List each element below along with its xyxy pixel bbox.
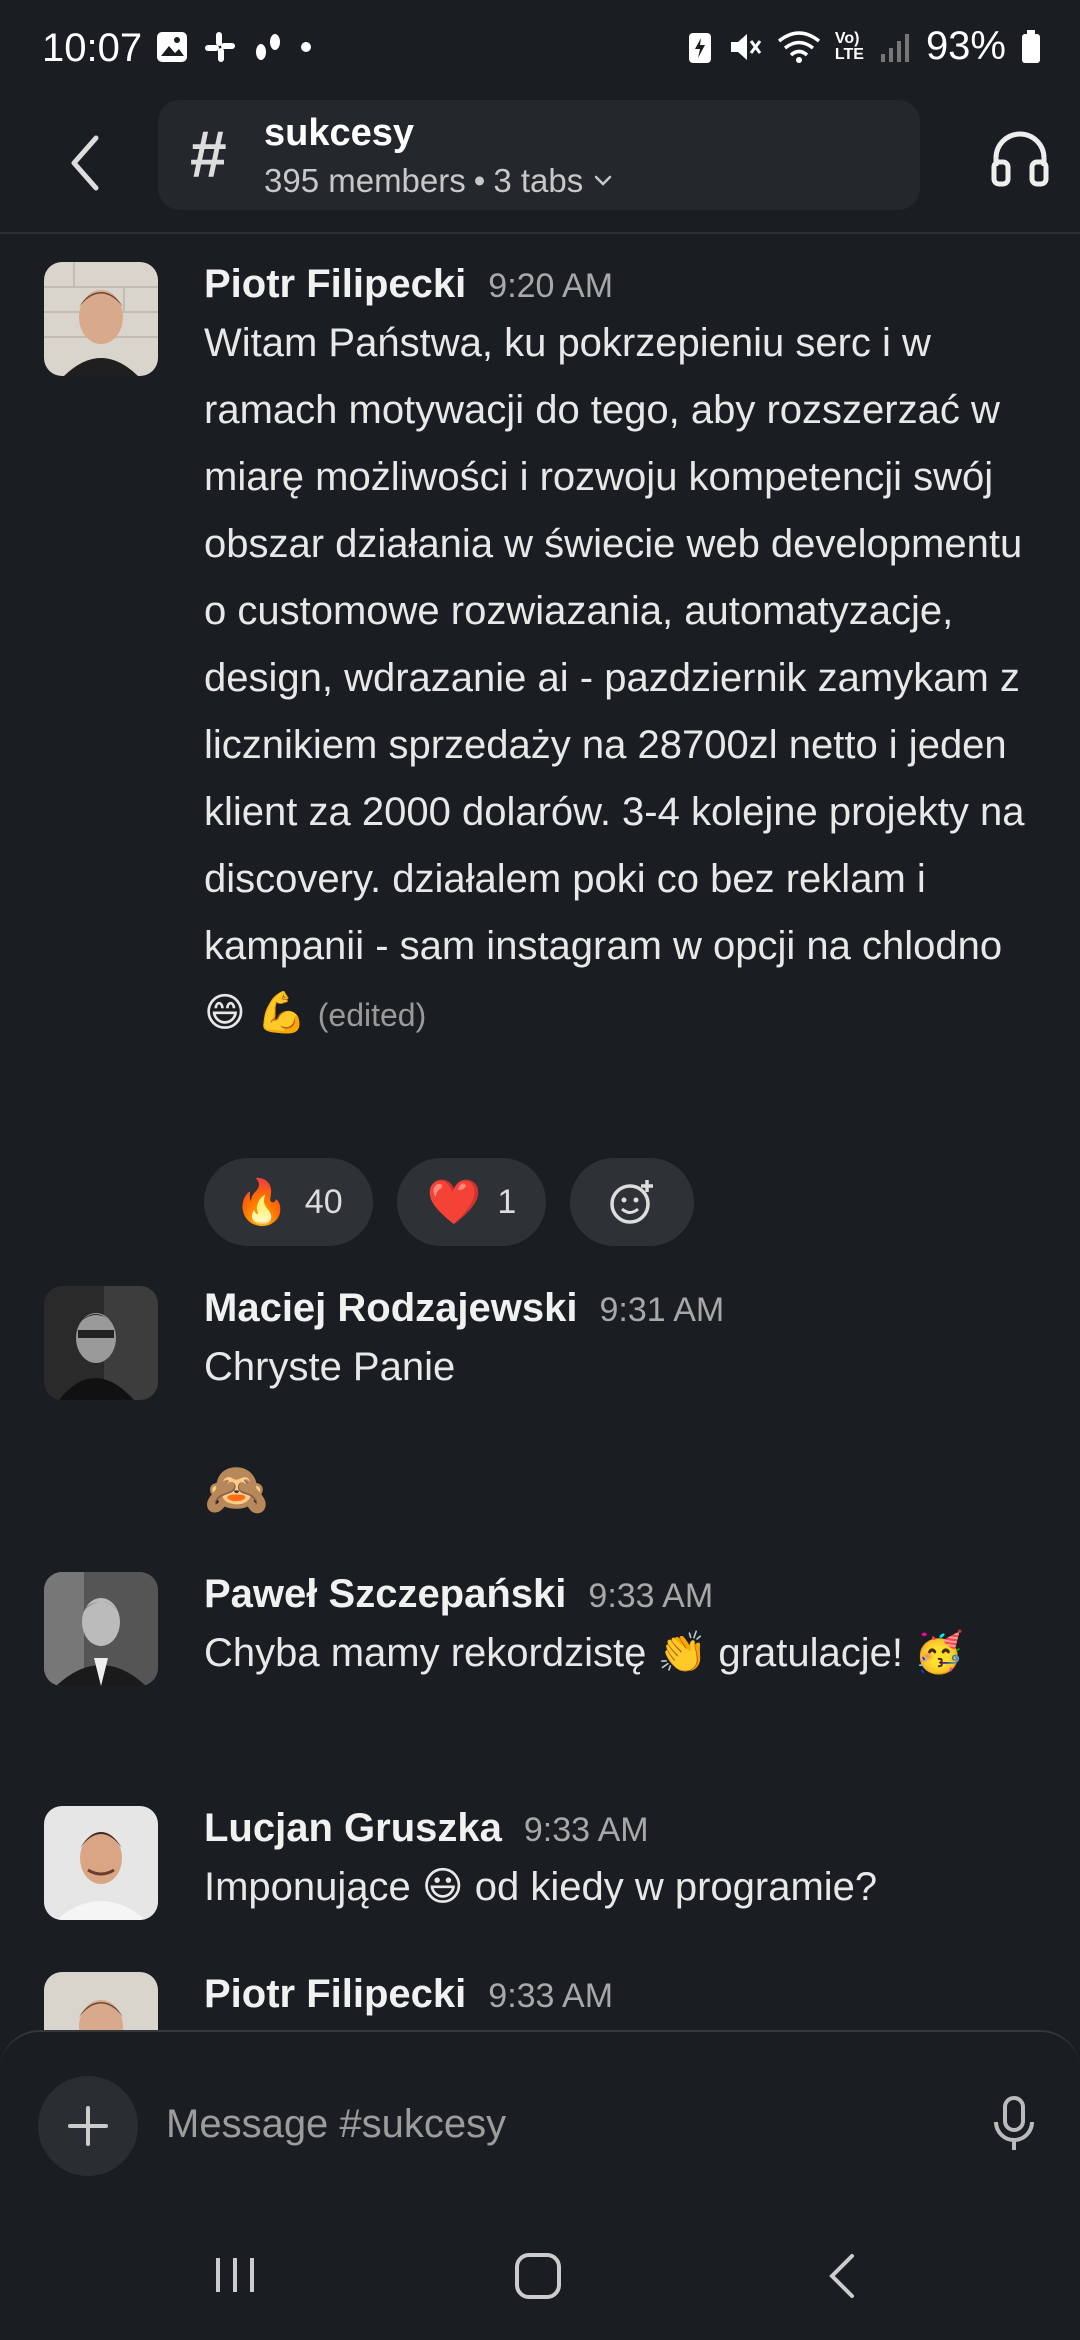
attach-button[interactable] xyxy=(38,2076,138,2176)
channel-meta: 395 members • 3 tabs xyxy=(264,162,615,200)
edited-label: (edited) xyxy=(317,997,427,1033)
avatar-photo xyxy=(44,1972,158,2036)
reaction-fire[interactable]: 🔥 40 xyxy=(204,1158,373,1246)
avatar[interactable] xyxy=(44,1972,158,2036)
avatar-photo xyxy=(44,1806,158,1920)
microphone-icon xyxy=(994,2096,1034,2150)
add-reaction-button[interactable] xyxy=(570,1158,695,1246)
huddle-button[interactable] xyxy=(988,126,1052,190)
battery-saver-icon xyxy=(688,32,711,63)
avatar[interactable] xyxy=(44,1286,158,1400)
back-icon xyxy=(829,2254,854,2298)
avatar-photo xyxy=(44,262,158,376)
status-bar: 10:07 Vo) LTE 93% xyxy=(0,0,1080,100)
reaction-bar: 🔥 40 ❤️ 1 xyxy=(204,1158,695,1246)
message-author[interactable]: Paweł Szczepański xyxy=(204,1572,566,1617)
message-author[interactable]: Piotr Filipecki xyxy=(204,262,466,307)
message-text: Chryste Panie 🙈 xyxy=(204,1334,1044,1524)
reaction-heart[interactable]: ❤️ 1 xyxy=(396,1158,547,1246)
message-input[interactable]: Message #sukcesy xyxy=(166,2102,506,2147)
system-back-button[interactable] xyxy=(822,2250,862,2307)
message-time: 9:31 AM xyxy=(599,1291,725,1329)
message-author[interactable]: Maciej Rodzajewski xyxy=(204,1286,577,1331)
wifi-icon xyxy=(777,30,820,63)
status-time: 10:07 xyxy=(42,26,143,70)
signal-icon xyxy=(880,33,909,62)
message-author[interactable]: Piotr Filipecki xyxy=(204,1972,466,2017)
reaction-count: 40 xyxy=(304,1182,343,1221)
channel-header: # sukcesy 395 members • 3 tabs xyxy=(0,100,1080,234)
battery-percent: 93% xyxy=(925,24,1006,68)
hash-icon: # xyxy=(190,117,227,191)
channel-info-button[interactable]: # sukcesy 395 members • 3 tabs xyxy=(158,100,920,210)
reaction-count: 1 xyxy=(497,1182,517,1221)
fire-emoji: 🔥 xyxy=(234,1178,289,1227)
monkey-emoji: 🙈 xyxy=(204,1461,269,1519)
tab-count: 3 tabs xyxy=(493,162,584,199)
home-icon xyxy=(515,2253,561,2299)
member-count: 395 members xyxy=(264,162,466,199)
message-time: 9:20 AM xyxy=(488,267,614,305)
channel-name: sukcesy xyxy=(264,112,415,154)
chevron-left-icon xyxy=(71,135,99,191)
heart-emoji: ❤️ xyxy=(426,1178,482,1227)
volte-badge: Vo) LTE xyxy=(834,29,864,63)
mute-icon xyxy=(730,33,762,60)
message-time: 9:33 AM xyxy=(488,1977,614,2015)
gallery-icon xyxy=(157,32,187,62)
message-list[interactable]: Piotr Filipecki 9:20 AM Witam Państwa, k… xyxy=(0,236,1080,2036)
voice-button[interactable] xyxy=(988,2094,1040,2154)
headphones-icon xyxy=(991,131,1049,187)
message-author[interactable]: Lucjan Gruszka xyxy=(204,1806,502,1851)
slack-icon xyxy=(205,32,235,62)
avatar[interactable] xyxy=(44,1806,158,1920)
message-text: Imponujące 😃 od kiedy w programie? xyxy=(204,1865,878,1909)
back-button[interactable] xyxy=(56,128,116,198)
system-nav-bar xyxy=(0,2210,1080,2340)
message-time: 9:33 AM xyxy=(588,1577,714,1615)
avatar-photo xyxy=(44,1286,158,1400)
message-time: 9:33 AM xyxy=(523,1811,649,1849)
home-button[interactable] xyxy=(512,2250,564,2307)
message-text: Chyba mamy rekordzistę 👏 gratulacje! 🥳 xyxy=(204,1631,964,1675)
plus-icon xyxy=(68,2106,108,2146)
avatar[interactable] xyxy=(44,1572,158,1686)
battery-icon xyxy=(1022,29,1040,63)
recent-apps-button[interactable] xyxy=(210,2250,260,2305)
message-composer: Message #sukcesy xyxy=(0,2030,1080,2212)
add-emoji-icon xyxy=(610,1180,654,1224)
avatar-photo xyxy=(44,1572,158,1686)
chevron-down-icon xyxy=(594,175,612,186)
message-text: Witam Państwa, ku pokrzepieniu serc i w … xyxy=(204,321,1025,1035)
recent-apps-icon xyxy=(216,2258,254,2292)
avatar[interactable] xyxy=(44,262,158,376)
dot-icon xyxy=(301,42,311,52)
footprints-icon xyxy=(256,34,280,60)
